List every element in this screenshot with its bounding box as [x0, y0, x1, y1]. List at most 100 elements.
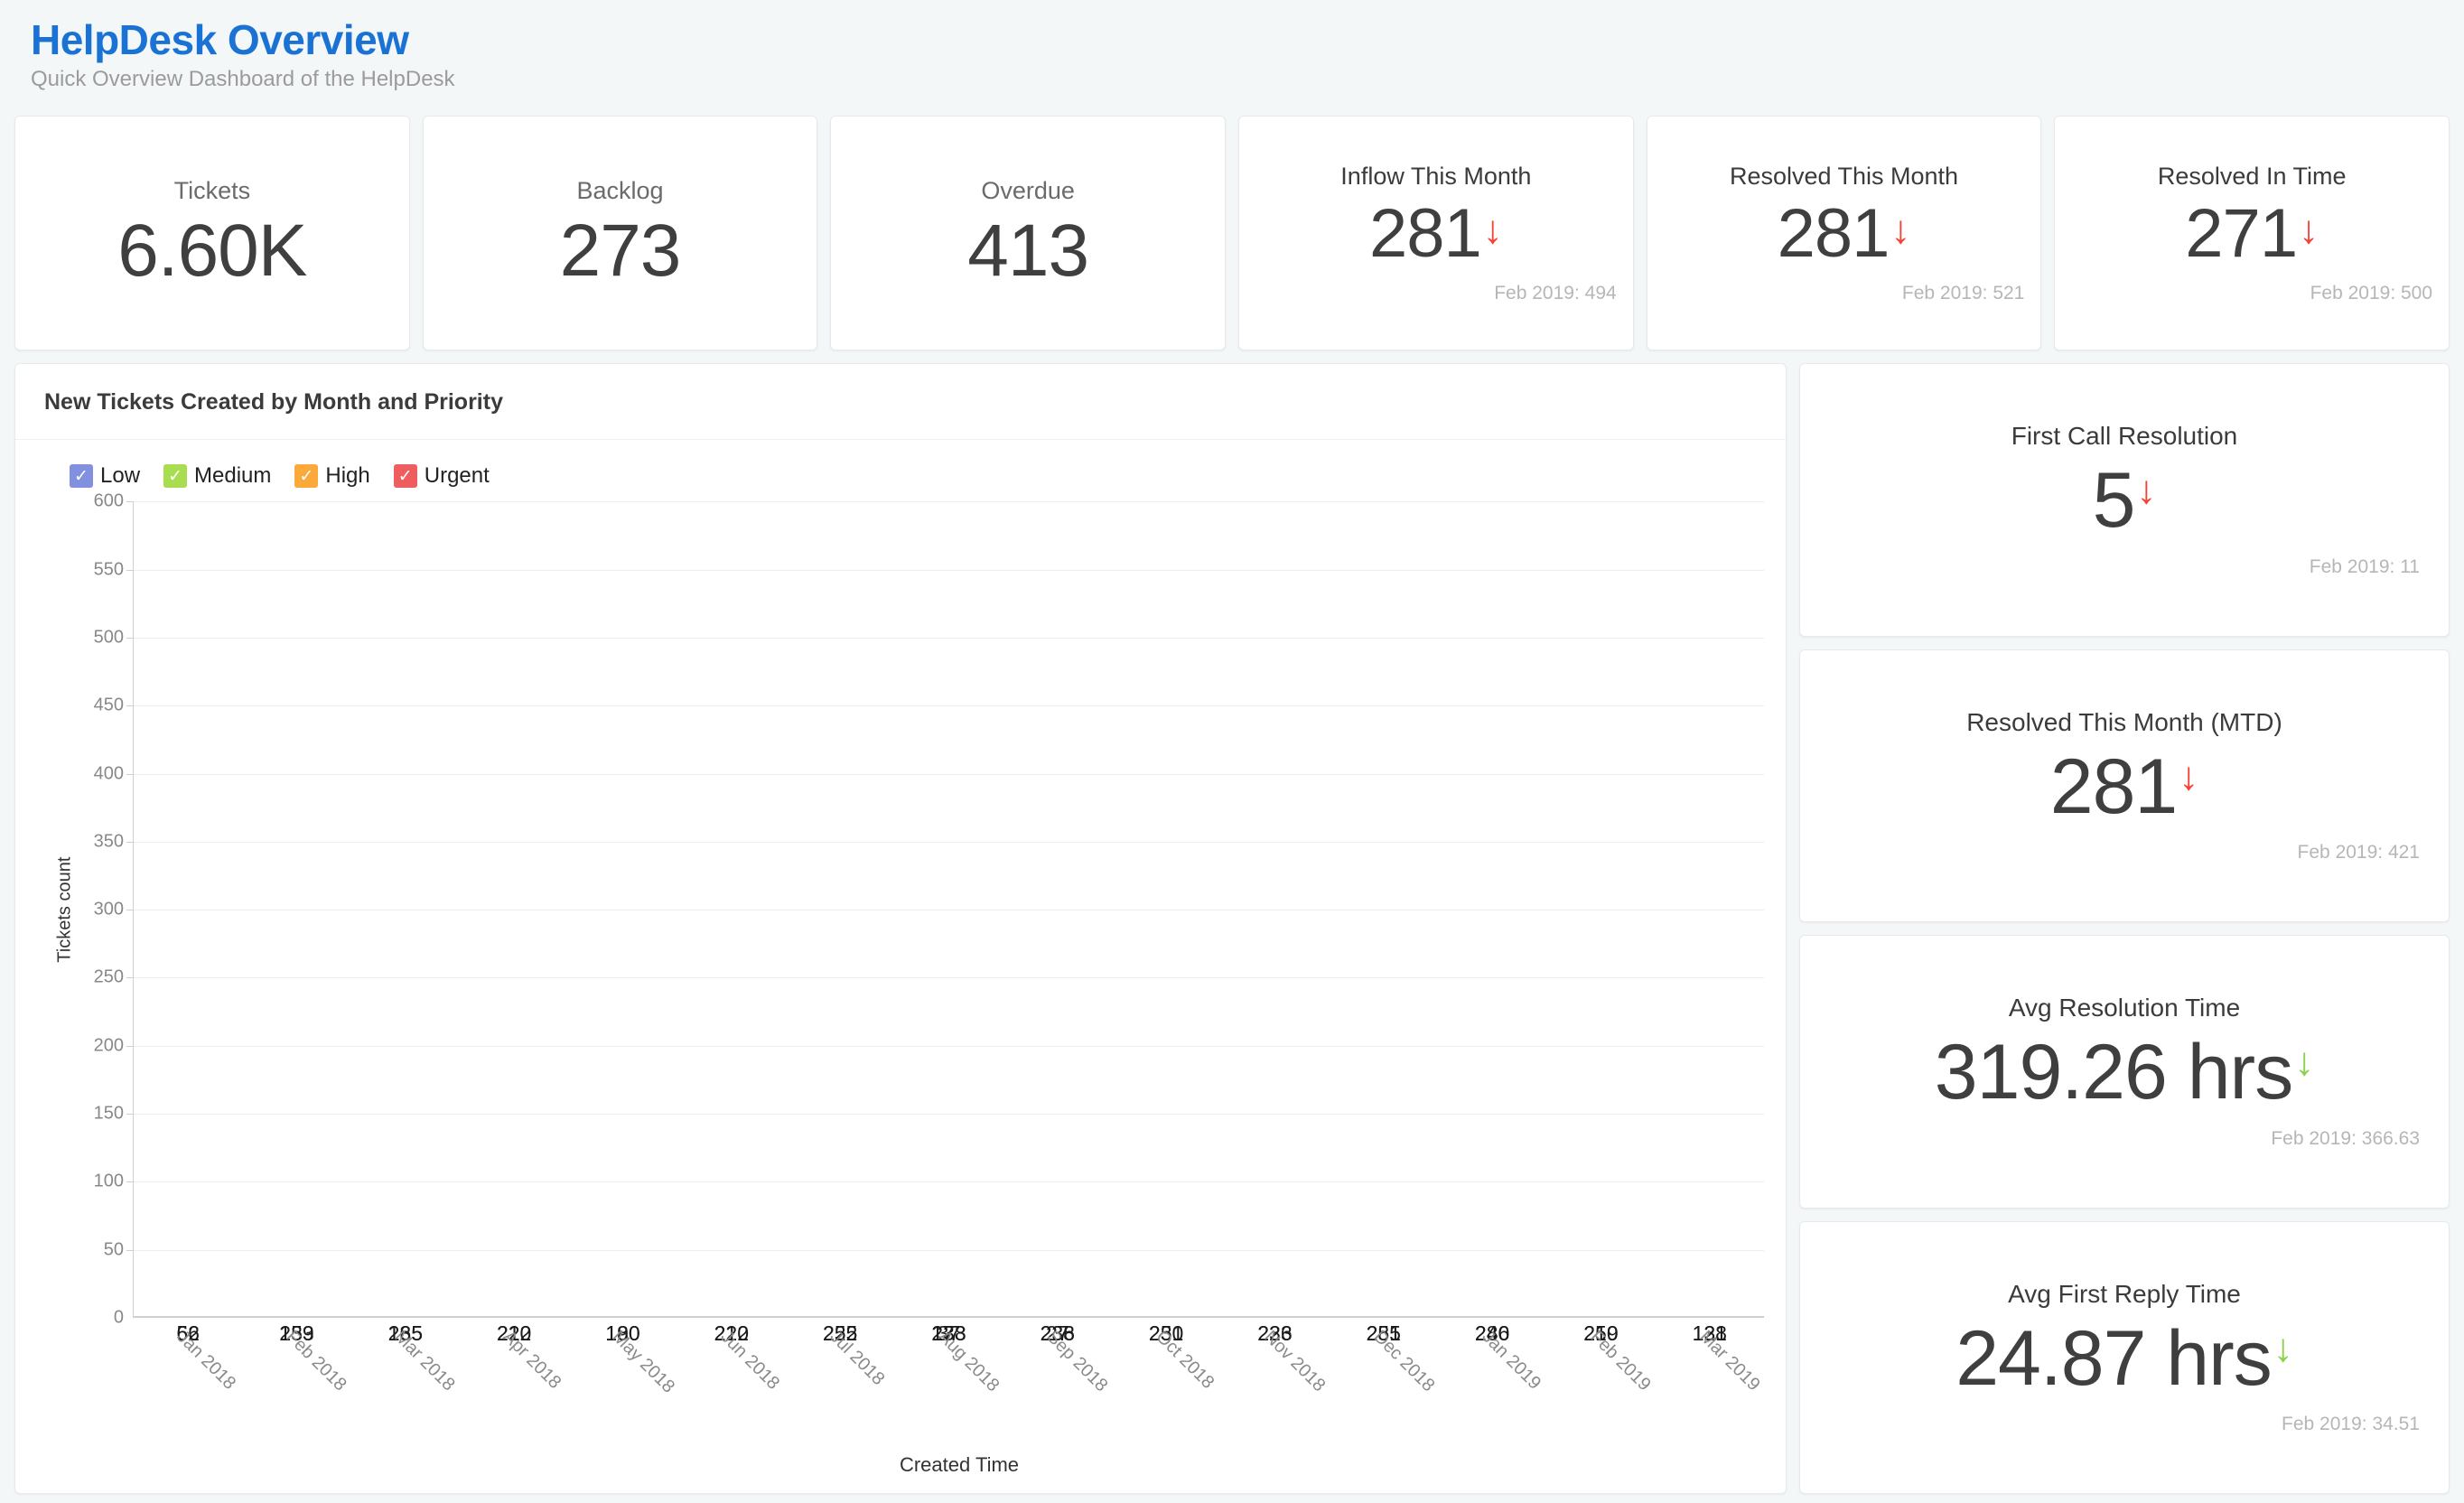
kpi-card-backlog[interactable]: Backlog 273: [422, 116, 818, 351]
kpi-card-resolved-in-time[interactable]: Resolved In Time 271 ↓ Feb 2019: 500: [2054, 116, 2450, 351]
y-tick-label: 500: [93, 627, 124, 648]
kpi-comparison-footnote: Feb 2019: 366.63: [2271, 1127, 2420, 1149]
kpi-label: Avg First Reply Time: [2008, 1279, 2241, 1308]
x-tick-label: Sep 2018: [1042, 1327, 1113, 1396]
kpi-value: 281: [2049, 742, 2178, 830]
y-tick-mark: [126, 569, 134, 571]
dashboard-header: HelpDesk Overview Quick Overview Dashboa…: [14, 13, 2450, 101]
kpi-comparison-footnote: Feb 2019: 11: [2309, 555, 2420, 577]
gridline: [134, 1249, 1764, 1251]
kpi-value-row: 281 ↓: [1778, 191, 1911, 270]
y-tick-label: 100: [93, 1171, 124, 1191]
x-tick-slot: Mar 2019: [1656, 1318, 1764, 1453]
x-tick-label: Aug 2018: [934, 1327, 1003, 1396]
kpi-value-row: 319.26 hrs ↓: [1935, 1022, 2315, 1114]
kpi-value: 6.60K: [117, 209, 307, 292]
kpi-card-first-call-resolution[interactable]: First Call Resolution 5 ↓ Feb 2019: 11: [1799, 363, 2450, 637]
x-tick-slot: Nov 2018: [1220, 1318, 1330, 1453]
kpi-value: 413: [967, 209, 1089, 292]
gridline: [134, 773, 1764, 775]
legend-checkbox-urgent[interactable]: ✓: [393, 464, 417, 489]
x-tick-slot: Aug 2018: [894, 1318, 1003, 1453]
kpi-card-resolved-this-month-mtd[interactable]: Resolved This Month (MTD) 281 ↓ Feb 2019: 4…: [1799, 649, 2450, 923]
x-tick-label: Feb 2018: [282, 1327, 350, 1396]
gridline: [134, 637, 1764, 639]
y-tick-mark: [126, 977, 134, 979]
x-tick-label: Jan 2018: [173, 1327, 240, 1394]
kpi-card-inflow-this-month[interactable]: Inflow This Month 281 ↓ Feb 2019: 494: [1238, 116, 1634, 351]
x-tick-label: Nov 2018: [1260, 1327, 1330, 1396]
kpi-label: Inflow This Month: [1340, 162, 1532, 190]
kpi-value: 24.87 hrs: [1955, 1314, 2273, 1402]
x-tick-slot: Jun 2018: [677, 1318, 785, 1453]
kpi-label: Backlog: [576, 176, 664, 204]
y-tick-mark: [126, 1114, 134, 1116]
y-tick-mark: [126, 1249, 134, 1251]
legend-item-medium[interactable]: ✓ Medium: [163, 463, 271, 489]
page-subtitle: Quick Overview Dashboard of the HelpDesk: [31, 67, 455, 92]
y-tick-label: 200: [93, 1035, 124, 1056]
kpi-label: First Call Resolution: [2011, 422, 2238, 451]
gridline: [134, 977, 1764, 979]
x-tick-label: May 2018: [608, 1327, 678, 1397]
y-tick-mark: [126, 773, 134, 775]
gridline: [134, 569, 1764, 571]
chart-plot-area: Tickets count 0 50 100 150 200 250 300 350 400 45…: [15, 489, 1786, 1345]
kpi-comparison-footnote: Feb 2019: 500: [2310, 282, 2433, 303]
trend-arrow-down-icon: ↓: [1482, 207, 1503, 252]
kpi-value: 281: [1777, 194, 1890, 272]
x-tick-slot: Oct 2018: [1112, 1318, 1220, 1453]
x-tick-slot: Jan 2018: [133, 1318, 241, 1453]
kpi-value-row: 413: [967, 205, 1089, 292]
x-tick-slot: Feb 2018: [241, 1318, 350, 1453]
kpi-value-row: 5 ↓: [2092, 451, 2157, 545]
x-tick-slot: Feb 2019: [1546, 1318, 1655, 1453]
kpi-comparison-footnote: Feb 2019: 494: [1494, 282, 1617, 303]
x-tick-slot: Mar 2018: [350, 1318, 459, 1453]
kpi-value-row: 271 ↓: [2185, 191, 2319, 270]
gridline: [134, 1045, 1764, 1047]
y-tick-label: 0: [113, 1307, 124, 1328]
kpi-comparison-footnote: Feb 2019: 421: [2297, 842, 2420, 864]
x-tick-label: Dec 2018: [1369, 1327, 1439, 1396]
x-tick-label: Jul 2018: [826, 1327, 889, 1390]
y-tick-label: 350: [93, 831, 124, 852]
dashboard-body: New Tickets Created by Month and Priorit…: [14, 363, 2450, 1494]
legend-checkbox-low[interactable]: ✓: [70, 464, 93, 489]
legend-item-urgent[interactable]: ✓ Urgent: [393, 463, 490, 489]
x-axis-ticks: Jan 2018 Feb 2018 Mar 2018 Apr 2018 May 2018…: [133, 1318, 1786, 1453]
kpi-card-overdue[interactable]: Overdue 413: [830, 116, 1227, 351]
gridline: [134, 501, 1764, 503]
x-tick-slot: Sep 2018: [1003, 1318, 1113, 1453]
chart-canvas: 62 56 233 159 235 165 210 222 180 190 222 210 255 222…: [126, 501, 1764, 1345]
trend-arrow-down-icon: ↓: [2179, 753, 2199, 798]
trend-arrow-down-icon: ↓: [2294, 1040, 2315, 1085]
y-tick-mark: [126, 705, 134, 707]
x-tick-label: Feb 2019: [1586, 1327, 1656, 1396]
kpi-value: 273: [559, 209, 682, 292]
kpi-value: 5: [2092, 457, 2136, 545]
y-tick-label: 250: [93, 966, 124, 987]
x-tick-label: Jan 2019: [1478, 1327, 1545, 1394]
x-tick-slot: Dec 2018: [1329, 1318, 1439, 1453]
kpi-value-row: 281 ↓: [2050, 737, 2199, 827]
legend-checkbox-high[interactable]: ✓: [294, 464, 319, 489]
gridline: [134, 1114, 1764, 1116]
kpi-value-row: 273: [559, 205, 682, 292]
legend-checkbox-medium[interactable]: ✓: [163, 464, 188, 489]
x-tick-label: Apr 2018: [499, 1327, 565, 1393]
gridline: [134, 705, 1764, 707]
kpi-value-row: 281 ↓: [1369, 191, 1503, 270]
kpi-card-resolved-this-month[interactable]: Resolved This Month 281 ↓ Feb 2019: 521: [1646, 116, 2042, 351]
x-tick-slot: Jan 2019: [1438, 1318, 1546, 1453]
kpi-card-tickets[interactable]: Tickets 6.60K: [14, 116, 410, 351]
y-tick-label: 550: [93, 559, 124, 580]
trend-arrow-down-icon: ↓: [2273, 1325, 2293, 1370]
kpi-comparison-footnote: Feb 2019: 34.51: [2282, 1413, 2420, 1434]
kpi-card-avg-resolution-time[interactable]: Avg Resolution Time 319.26 hrs ↓ Feb 2019: …: [1799, 935, 2450, 1209]
chart-title: New Tickets Created by Month and Priorit…: [44, 389, 503, 415]
kpi-card-avg-first-reply-time[interactable]: Avg First Reply Time 24.87 hrs ↓ Feb 2019: …: [1799, 1220, 2450, 1494]
legend-item-low[interactable]: ✓ Low: [70, 463, 140, 489]
legend-item-high[interactable]: ✓ High: [294, 463, 370, 489]
y-tick-mark: [126, 501, 134, 503]
